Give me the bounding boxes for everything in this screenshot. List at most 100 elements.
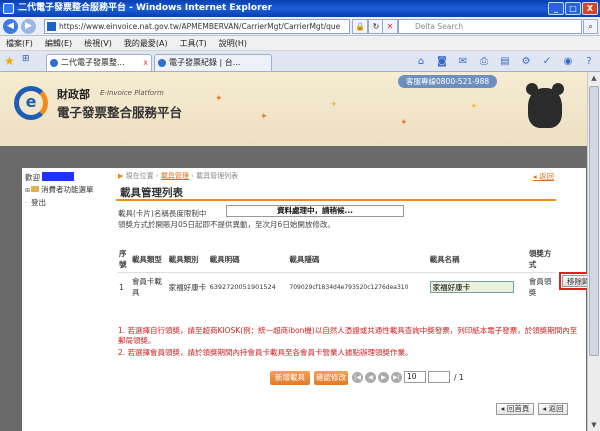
menu-help[interactable]: 說明(H) [219, 38, 247, 49]
scroll-down-icon[interactable]: ▼ [588, 419, 600, 431]
platform-name: 電子發票整合服務平台 [57, 105, 183, 120]
welcome-text: 歡迎 [25, 172, 75, 183]
welcome-label: 歡迎 [25, 173, 40, 182]
forward-nav-button[interactable]: ▶ [21, 19, 36, 34]
tab-einvoice-platform[interactable]: 二代電子發票整... x [46, 54, 152, 71]
col-hidden-code: 載具隱碼 [289, 254, 320, 264]
vertical-scrollbar[interactable]: ▲ ▼ [587, 72, 600, 431]
favorites-star-icon[interactable]: ★ [4, 54, 15, 68]
cell-plain-code: 6392720051901524 [209, 283, 276, 291]
tab-label: 二代電子發票整... [61, 58, 125, 67]
add-carrier-button[interactable]: 新增載具 [270, 371, 310, 385]
home-button[interactable]: ◂ 回首頁 [496, 403, 534, 415]
last-page-icon[interactable]: ▶| [391, 371, 402, 383]
einvoice-tagline: E-Invoice Platform [100, 89, 164, 97]
col-category: 載具類別 [168, 254, 199, 264]
url-input[interactable]: https://www.einvoice.nat.gov.tw/APMEMBER… [44, 19, 350, 34]
star-decoration-icon: ✦ [260, 112, 268, 122]
breadcrumb-current: 載具管理列表 [196, 172, 239, 180]
tab-favicon-icon [158, 59, 166, 67]
col-name: 載具名稱 [429, 254, 460, 264]
home-button-label: 回首頁 [506, 404, 530, 413]
menu-file[interactable]: 檔案(F) [6, 38, 33, 49]
carrier-table: 序號 載具類型 載具類別 載具明碼 載具隱碼 載具名稱 領獎方式 1 會員卡載具 [118, 246, 556, 301]
page-menu-icon[interactable]: ▤ [498, 55, 512, 68]
star-decoration-icon: ✦ [400, 118, 408, 128]
main-content: ▶ 現在位置 › 載具管理 › 載具管理列表 ◂ 返回 載具管理列表 載具(卡片… [116, 168, 587, 431]
ministry-name: 財政部 [57, 88, 90, 101]
col-plain-code: 載具明碼 [209, 254, 240, 264]
stop-icon[interactable]: ✕ [382, 19, 398, 34]
page-size-select[interactable]: 10 [404, 371, 426, 383]
prev-page-icon[interactable]: ◀ [365, 371, 376, 383]
close-button[interactable]: X [582, 2, 598, 15]
tools-icon[interactable]: ✓ [540, 55, 554, 68]
col-seq: 序號 [119, 249, 127, 269]
first-page-icon[interactable]: |◀ [352, 371, 363, 383]
address-bar: ◀ ▶ https://www.einvoice.nat.gov.tw/APME… [0, 17, 600, 36]
tab-einvoice-records[interactable]: 電子發票紀錄 | 台... [154, 54, 272, 71]
research-icon[interactable]: ◉ [561, 55, 575, 68]
feeds-icon[interactable]: ◙ [435, 55, 449, 68]
back-link[interactable]: ◂ 返回 [533, 171, 554, 182]
scroll-up-icon[interactable]: ▲ [588, 72, 600, 84]
col-award: 領獎方式 [528, 249, 552, 269]
back-nav-button[interactable]: ◀ [3, 19, 18, 34]
cell-seq: 1 [119, 282, 124, 292]
command-bar: ⌂ ◙ ✉ ⎙ ▤ ⚙ ✓ ◉ ? [414, 55, 596, 68]
print-icon[interactable]: ⎙ [477, 55, 491, 68]
return-button[interactable]: ◂ 返回 [538, 403, 568, 415]
notice-line-2: 領獎方式於開賬月05日起即不提供異動，至次月6日始開放修改。 [118, 220, 335, 229]
window-titlebar: 二代電子發票整合服務平台 - Windows Internet Explorer… [0, 0, 600, 17]
warning-2: 2. 若選擇會員領獎，請於領獎期間內持會員卡載具至各會員卡營業人據點辦理領獎作業… [118, 348, 413, 357]
redacted-username [42, 172, 75, 181]
page-total: / 1 [454, 372, 464, 382]
menu-view[interactable]: 檢視(V) [84, 38, 112, 49]
window-title: 二代電子發票整合服務平台 - Windows Internet Explorer [18, 3, 273, 13]
breadcrumb: ▶ 現在位置 › 載具管理 › 載具管理列表 [118, 172, 239, 180]
tab-label: 電子發票紀錄 | 台... [169, 58, 241, 67]
col-type: 載具類型 [131, 254, 162, 264]
maximize-button[interactable]: □ [565, 2, 581, 15]
mail-icon[interactable]: ✉ [456, 55, 470, 68]
sidebar-item-consumer-menu[interactable]: ⊞ 消費者功能選單 [25, 184, 94, 195]
cell-award: 會員領獎 [528, 277, 552, 297]
remove-carrier-label: 移除歸戶 [562, 275, 587, 287]
search-input[interactable]: Delta Search [398, 19, 582, 34]
table-row: 1 會員卡載具 家福好康卡 6392720051901524 709029cf1… [118, 272, 556, 302]
next-page-icon[interactable]: ▶ [378, 371, 389, 383]
minimize-button[interactable]: _ [548, 2, 564, 15]
menu-bar: 檔案(F) 編輯(E) 檢視(V) 我的最愛(A) 工具(T) 說明(H) [0, 36, 600, 51]
safety-icon[interactable]: ⚙ [519, 55, 533, 68]
bear-mascot-icon [526, 83, 564, 128]
processing-overlay: 資料處理中，請稍候... [226, 205, 404, 217]
tab-close-icon[interactable]: x [143, 55, 148, 71]
menu-favorites[interactable]: 我的最愛(A) [124, 38, 168, 49]
scroll-thumb[interactable] [589, 86, 599, 356]
back-link-label: 返回 [539, 172, 554, 181]
remove-carrier-button[interactable]: 移除歸戶 [559, 272, 587, 290]
einvoice-logo-icon: e [14, 86, 48, 120]
hotline-badge: 客服專線0800-521-988 [398, 75, 498, 88]
page-number-input[interactable] [428, 371, 450, 383]
star-decoration-icon: ✦ [330, 100, 338, 110]
confirm-change-button[interactable]: 確認修改 [314, 371, 348, 385]
help-icon[interactable]: ? [582, 55, 596, 68]
cell-name [429, 273, 528, 302]
tab-favicon-icon [50, 59, 58, 67]
tab-list-icon[interactable]: ⊞ [22, 54, 30, 64]
home-icon[interactable]: ⌂ [414, 55, 428, 68]
star-decoration-icon: ✦ [470, 102, 478, 112]
sidebar-item-logout[interactable]: · 登出 [25, 197, 46, 208]
folder-icon [31, 186, 39, 192]
search-icon[interactable]: ⌕ [583, 19, 598, 34]
lock-icon[interactable]: 🔒 [352, 19, 368, 34]
menu-tools[interactable]: 工具(T) [180, 38, 207, 49]
menu-edit[interactable]: 編輯(E) [45, 38, 72, 49]
window-controls: _ □ X [548, 2, 598, 15]
breadcrumb-link[interactable]: 載具管理 [161, 172, 189, 180]
warning-1: 1. 若選擇自行領獎，請至超商KIOSK(例：統一超商ibon機)以自然人憑證或… [118, 326, 578, 345]
carrier-name-input[interactable] [429, 281, 514, 293]
site-favicon-icon [47, 22, 56, 31]
page-title: 載具管理列表 [116, 185, 556, 201]
